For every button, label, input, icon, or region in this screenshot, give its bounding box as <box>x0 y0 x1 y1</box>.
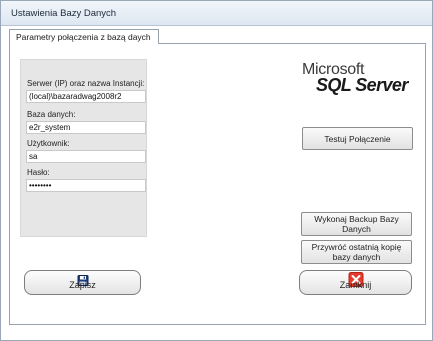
user-input[interactable] <box>26 150 146 163</box>
password-input[interactable] <box>26 179 146 192</box>
sql-server-logo-product: SQL Server <box>316 75 408 95</box>
window-title: Ustawienia Bazy Danych <box>11 8 117 19</box>
tab-connection-parameters[interactable]: Parametry połączenia z bazą daych <box>9 29 159 44</box>
save-button[interactable]: Zapisz <box>24 270 141 295</box>
close-button-label: Zamknij <box>339 280 372 290</box>
server-label: Serwer (IP) oraz nazwa Instancji: <box>27 79 145 88</box>
settings-window: Ustawienia Bazy Danych Parametry połącze… <box>0 0 433 341</box>
save-button-label: Zapisz <box>69 280 96 290</box>
user-label: Użytkownik: <box>27 139 70 148</box>
tab-label: Parametry połączenia z bazą daych <box>16 32 151 42</box>
close-button[interactable]: Zamknij <box>299 270 412 295</box>
database-label: Baza danych: <box>27 110 76 119</box>
database-input[interactable] <box>26 121 146 134</box>
backup-database-button[interactable]: Wykonaj Backup Bazy Danych <box>301 212 412 236</box>
test-connection-button[interactable]: Testuj Połączenie <box>302 127 413 150</box>
restore-database-button[interactable]: Przywróć ostatnią kopię bazy danych <box>301 240 412 264</box>
server-input[interactable] <box>26 90 146 103</box>
title-bar: Ustawienia Bazy Danych <box>1 1 432 26</box>
password-label: Hasło: <box>27 168 50 177</box>
